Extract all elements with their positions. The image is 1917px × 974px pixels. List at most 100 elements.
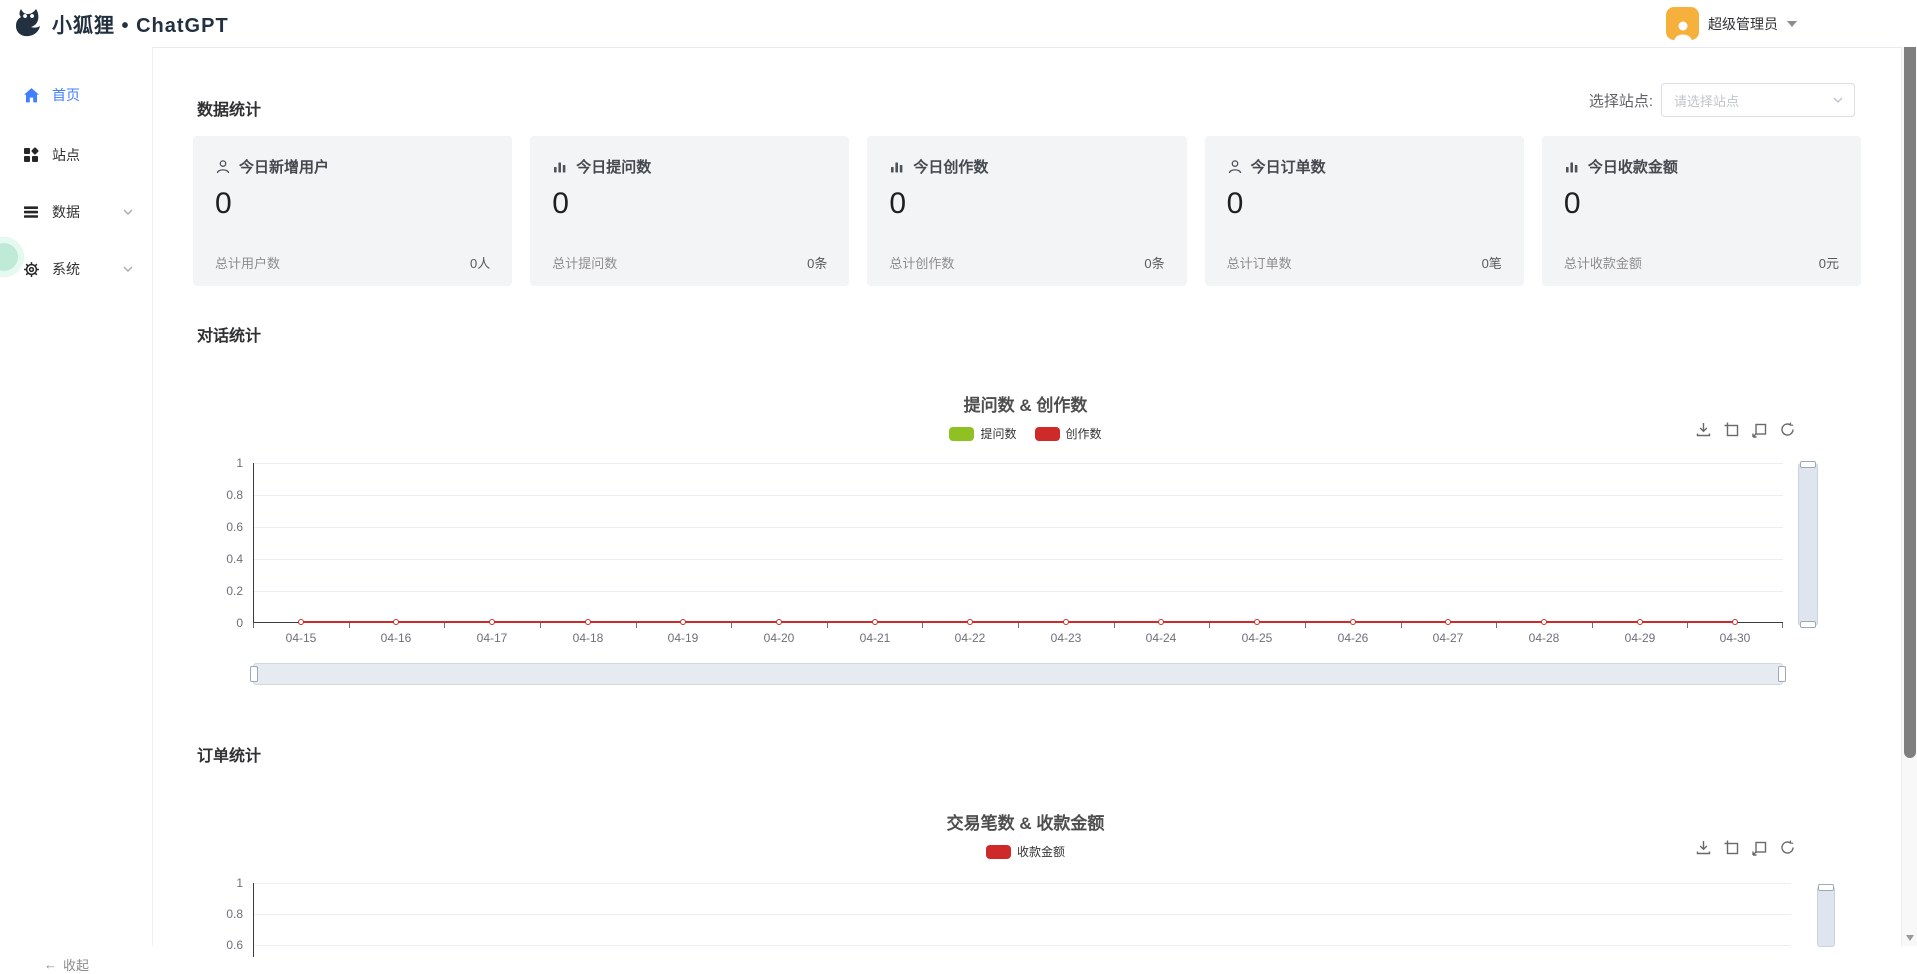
gear-icon <box>22 261 40 278</box>
user-icon <box>215 159 231 175</box>
legend-swatch <box>1035 427 1060 441</box>
x-tick-label: 04-20 <box>764 631 795 645</box>
bar-chart-icon <box>1564 159 1580 175</box>
legend-item-revenue[interactable]: 收款金额 <box>986 843 1065 860</box>
card-total-value: 0条 <box>1144 253 1164 272</box>
restore-zoom-icon[interactable] <box>1751 839 1768 856</box>
y-tick-label: 0 <box>193 616 243 630</box>
chevron-down-icon <box>122 263 134 275</box>
card-total-label: 总计创作数 <box>889 253 954 272</box>
card-value: 0 <box>215 187 490 221</box>
data-point <box>872 619 878 625</box>
legend-swatch <box>986 845 1011 859</box>
user-menu[interactable]: 超级管理员 <box>1666 7 1797 40</box>
sidebar-item-data[interactable]: 数据 <box>0 192 152 232</box>
y-tick-label: 0.2 <box>193 584 243 598</box>
grid-icon <box>22 147 40 163</box>
sidebar-item-sites[interactable]: 站点 <box>0 135 152 175</box>
stat-cards-row: 今日新增用户 0 总计用户数 0人 今日提问数 0 总计提问数 0条 <box>193 136 1861 286</box>
stat-card-revenue: 今日收款金额 0 总计收款金额 0元 <box>1542 136 1861 286</box>
card-title: 今日收款金额 <box>1588 156 1678 177</box>
card-total-value: 0元 <box>1819 253 1839 272</box>
series-line-creations <box>301 621 1735 623</box>
slider-handle-left[interactable] <box>250 666 258 682</box>
collapse-sidebar-button[interactable]: ← 收起 <box>44 955 89 974</box>
legend-swatch <box>949 427 974 441</box>
arrow-left-icon: ← <box>44 957 57 972</box>
chart-title: 交易笔数 & 收款金额 <box>193 809 1858 834</box>
home-icon <box>22 87 40 104</box>
chart-toolbar <box>1695 839 1796 856</box>
y-tick-label: 0.8 <box>193 488 243 502</box>
collapse-label: 收起 <box>63 955 89 974</box>
plot-area[interactable]: 04-15 04-16 04-17 04-18 04-19 04-20 04-2… <box>253 463 1783 623</box>
card-value: 0 <box>1227 187 1502 221</box>
data-point <box>585 619 591 625</box>
app-header: 小狐狸 • ChatGPT 超级管理员 <box>0 0 1917 47</box>
data-point <box>489 619 495 625</box>
x-zoom-slider[interactable] <box>253 663 1783 685</box>
x-tick-label: 04-28 <box>1529 631 1560 645</box>
data-point <box>1158 619 1164 625</box>
conversation-section-title: 对话统计 <box>197 322 261 346</box>
fox-logo-icon <box>12 7 44 39</box>
app-title: 小狐狸 • ChatGPT <box>52 9 229 38</box>
chevron-down-icon <box>1832 94 1844 106</box>
card-title: 今日订单数 <box>1251 156 1326 177</box>
brand: 小狐狸 • ChatGPT <box>12 7 229 39</box>
slider-handle-top[interactable] <box>1800 461 1816 468</box>
y-tick-label: 0.6 <box>193 938 243 952</box>
refresh-icon[interactable] <box>1779 421 1796 438</box>
legend-item-questions[interactable]: 提问数 <box>949 425 1016 442</box>
sidebar-item-system[interactable]: 系统 <box>0 249 152 289</box>
slider-handle-right[interactable] <box>1778 666 1786 682</box>
y-zoom-slider[interactable] <box>1817 886 1835 947</box>
stat-card-new-users: 今日新增用户 0 总计用户数 0人 <box>193 136 512 286</box>
save-image-icon[interactable] <box>1695 421 1712 438</box>
data-point <box>1732 619 1738 625</box>
slider-handle-top[interactable] <box>1818 884 1834 891</box>
card-value: 0 <box>1564 187 1839 221</box>
main-content: 数据统计 选择站点: 请选择站点 今日新增用户 0 总计用户数 0 <box>152 47 1901 946</box>
data-zoom-icon[interactable] <box>1723 839 1740 856</box>
card-total-label: 总计提问数 <box>552 253 617 272</box>
page-scrollbar[interactable] <box>1901 0 1917 946</box>
y-tick-label: 0.4 <box>193 552 243 566</box>
card-title: 今日提问数 <box>576 156 651 177</box>
card-title: 今日新增用户 <box>239 156 329 177</box>
x-tick-label: 04-30 <box>1720 631 1751 645</box>
card-total-label: 总计用户数 <box>215 253 280 272</box>
scrollbar-thumb[interactable] <box>1904 16 1916 758</box>
sidebar-item-home[interactable]: 首页 <box>0 75 152 115</box>
slider-handle-bottom[interactable] <box>1800 621 1816 628</box>
y-axis <box>253 463 254 623</box>
bar-chart-icon <box>889 159 905 175</box>
save-image-icon[interactable] <box>1695 839 1712 856</box>
conversation-chart: 提问数 & 创作数 提问数 创作数 <box>193 391 1858 691</box>
refresh-icon[interactable] <box>1779 839 1796 856</box>
stat-card-orders: 今日订单数 0 总计订单数 0笔 <box>1205 136 1524 286</box>
stat-card-creations: 今日创作数 0 总计创作数 0条 <box>867 136 1186 286</box>
site-select[interactable]: 请选择站点 <box>1661 83 1855 117</box>
bar-chart-icon <box>552 159 568 175</box>
sidebar-item-label: 系统 <box>52 259 80 279</box>
chart-legend: 提问数 创作数 <box>193 425 1858 442</box>
x-tick-label: 04-17 <box>477 631 508 645</box>
chart-toolbar <box>1695 421 1796 438</box>
chart-legend: 收款金额 <box>193 843 1858 860</box>
scroll-down-arrow[interactable] <box>1906 935 1914 941</box>
plot-area[interactable] <box>253 883 1791 947</box>
user-icon <box>1227 159 1243 175</box>
user-name: 超级管理员 <box>1708 14 1778 34</box>
site-select-row: 选择站点: 请选择站点 <box>1589 83 1855 117</box>
data-zoom-icon[interactable] <box>1723 421 1740 438</box>
y-tick-label: 1 <box>193 876 243 890</box>
x-tick-label: 04-16 <box>381 631 412 645</box>
y-zoom-slider[interactable] <box>1798 463 1818 626</box>
restore-zoom-icon[interactable] <box>1751 421 1768 438</box>
data-point <box>1350 619 1356 625</box>
legend-item-creations[interactable]: 创作数 <box>1035 425 1102 442</box>
y-tick-label: 0.8 <box>193 907 243 921</box>
data-point <box>393 619 399 625</box>
list-icon <box>22 204 40 220</box>
